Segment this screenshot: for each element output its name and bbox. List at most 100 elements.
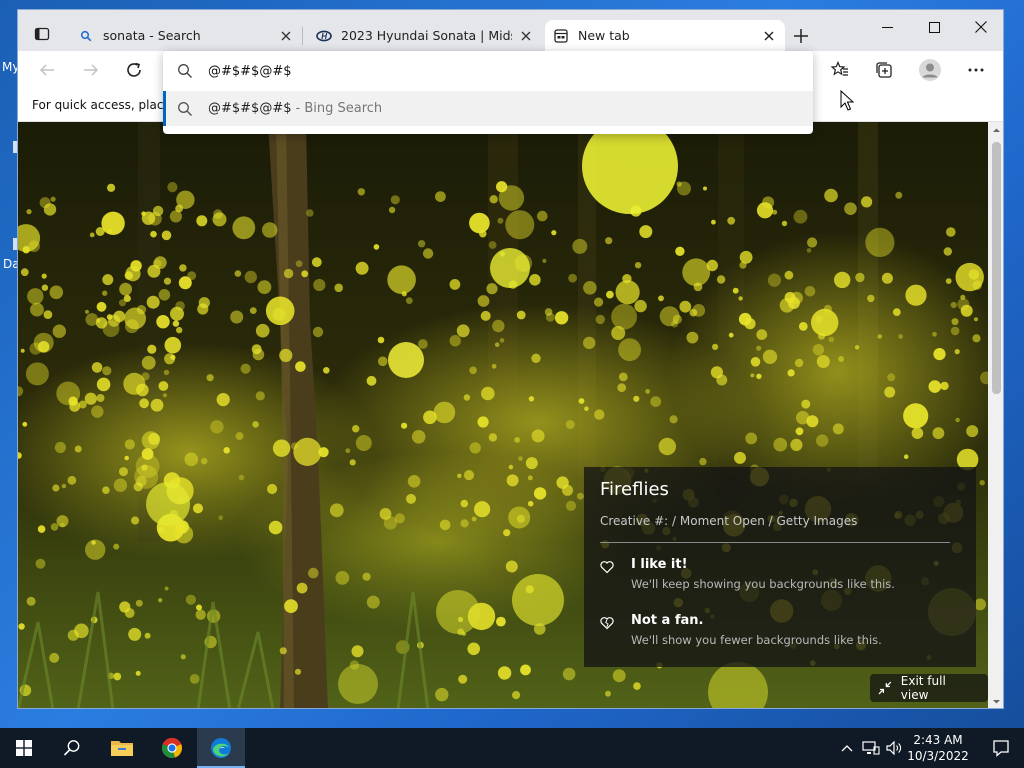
address-input-text[interactable]: @#$#$@#$	[208, 64, 292, 79]
firefly-dot	[49, 652, 60, 663]
firefly-dot	[329, 503, 344, 518]
file-explorer-icon	[111, 741, 133, 756]
firefly-dot	[612, 669, 626, 683]
firefly-dot	[960, 304, 973, 317]
firefly-dot	[357, 188, 365, 196]
settings-more-button[interactable]	[960, 55, 992, 85]
firefly-dot	[218, 515, 223, 520]
taskbar-search-button[interactable]	[48, 728, 96, 768]
firefly-dot	[562, 667, 576, 681]
collections-button[interactable]	[868, 55, 900, 85]
firefly-dot	[18, 623, 25, 630]
firefly-dot	[767, 273, 782, 287]
chrome-button[interactable]	[148, 728, 196, 768]
firefly-dot	[195, 609, 206, 620]
tab-search[interactable]: sonata - Search	[70, 20, 303, 51]
firefly-dot	[152, 259, 162, 268]
firefly-dot	[135, 670, 141, 676]
scroll-thumb[interactable]	[992, 142, 1001, 394]
back-button[interactable]	[31, 55, 63, 85]
suggestion-query: @#$#$@#$	[208, 101, 292, 116]
show-hidden-icons-button[interactable]	[838, 728, 856, 768]
firefly-dot	[124, 307, 146, 330]
refresh-button[interactable]	[118, 55, 150, 85]
minimize-button[interactable]	[864, 12, 910, 42]
firefly-dot	[966, 425, 979, 438]
exit-full-view-button[interactable]: Exit full view	[870, 674, 988, 702]
firefly-dot	[471, 516, 477, 522]
firefly-dot	[141, 431, 160, 450]
firefly-dot	[394, 513, 405, 524]
firefly-dot	[418, 339, 428, 349]
firefly-dot	[903, 403, 929, 429]
tab-new-tab[interactable]: New tab	[545, 20, 785, 51]
firefly-dot	[294, 668, 302, 675]
firefly-dot	[433, 401, 456, 424]
firefly-dot	[658, 437, 676, 456]
firefly-dot	[497, 666, 512, 680]
tab-actions-button[interactable]	[26, 21, 58, 47]
firefly-dot	[527, 500, 534, 507]
close-tab-icon[interactable]	[278, 28, 294, 44]
firefly-dot	[520, 664, 531, 676]
search-icon	[178, 101, 192, 116]
close-tab-icon[interactable]	[761, 28, 777, 44]
tab-title: 2023 Hyundai Sonata | Midsize S	[341, 28, 512, 43]
firefly-dot	[102, 290, 108, 296]
network-button[interactable]	[860, 728, 882, 768]
forward-button[interactable]	[75, 55, 107, 85]
feedback-like-title: I like it!	[631, 557, 688, 572]
scroll-up-arrow-icon[interactable]	[992, 126, 1001, 135]
feedback-dislike-subtitle: We'll show you fewer backgrounds like th…	[631, 633, 882, 647]
firefly-dot	[467, 642, 481, 656]
close-tab-icon[interactable]	[518, 28, 534, 44]
favorites-button[interactable]	[824, 55, 856, 85]
start-button[interactable]	[0, 728, 48, 768]
firefly-dot	[69, 401, 81, 412]
tab-hyundai[interactable]: H 2023 Hyundai Sonata | Midsize S	[308, 20, 542, 51]
firefly-dot	[306, 209, 314, 217]
firefly-dot	[232, 216, 256, 240]
firefly-dot	[113, 478, 128, 492]
firefly-dot	[355, 261, 369, 275]
firefly-dot	[91, 405, 104, 418]
firefly-dot	[35, 558, 46, 569]
edge-button[interactable]	[197, 728, 245, 768]
firefly-dot	[508, 464, 514, 470]
firefly-dot	[712, 343, 719, 350]
firefly-dot	[25, 362, 49, 386]
firefly-dot	[811, 308, 839, 337]
system-clock[interactable]: 2:43 AM 10/3/2022	[900, 732, 976, 764]
maximize-button[interactable]	[911, 12, 957, 42]
firefly-dot	[750, 357, 761, 367]
firefly-dot	[352, 425, 360, 433]
firefly-dot	[197, 303, 209, 315]
firefly-dot	[152, 205, 164, 217]
firefly-dot	[481, 386, 495, 401]
firefly-dot	[972, 334, 981, 343]
page-scrollbar[interactable]	[988, 122, 1003, 708]
new-tab-button[interactable]	[788, 23, 814, 49]
firefly-dot	[172, 320, 180, 327]
firefly-dot	[279, 348, 293, 362]
image-credit[interactable]: Creative #: / Moment Open / Getty Images	[600, 514, 857, 528]
firefly-dot	[972, 280, 982, 290]
address-input[interactable]: @#$#$@#$	[163, 51, 813, 91]
firefly-dot	[308, 567, 319, 579]
firefly-dot	[50, 523, 59, 531]
firefly-dot	[349, 459, 356, 466]
tab-separator	[302, 27, 303, 45]
firefly-dot	[516, 310, 526, 320]
firefly-dot	[238, 474, 245, 481]
scroll-down-arrow-icon[interactable]	[992, 697, 1001, 706]
close-window-button[interactable]	[958, 12, 1003, 42]
profile-button[interactable]	[914, 55, 946, 85]
tab-strip: sonata - Search H 2023 Hyundai Sonata | …	[18, 10, 1003, 51]
firefly-dot	[578, 398, 585, 404]
file-explorer-button[interactable]	[98, 728, 146, 768]
collapse-arrows-icon	[878, 681, 892, 695]
firefly-dot	[67, 475, 77, 485]
search-suggestion[interactable]: @#$#$@#$ - Bing Search	[163, 91, 813, 126]
notification-center-button[interactable]	[978, 728, 1024, 768]
firefly-dot	[861, 196, 873, 208]
